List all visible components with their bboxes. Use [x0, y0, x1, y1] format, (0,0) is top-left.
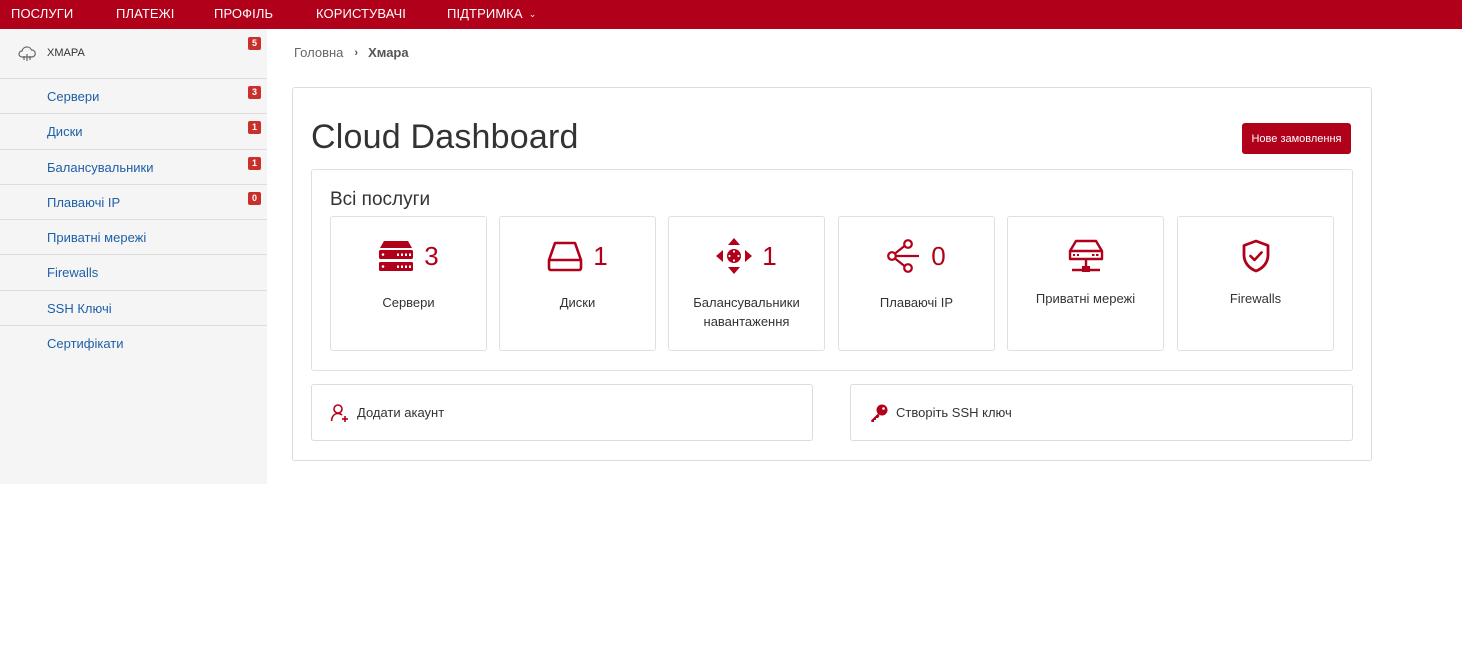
breadcrumb-current: Хмара: [368, 45, 409, 60]
count-badge: 1: [248, 156, 261, 170]
tile-header: [1008, 233, 1163, 279]
sidebar-item-servers[interactable]: Сервери 3: [0, 79, 267, 115]
count-badge: 1: [248, 121, 261, 135]
nav-users[interactable]: Користувачі: [316, 6, 406, 21]
sidebar-item-private-networks[interactable]: Приватні мережі: [0, 220, 267, 256]
add-user-icon: [330, 404, 348, 422]
tile-header: 1: [500, 233, 655, 279]
nav-payments[interactable]: Платежі: [116, 6, 174, 21]
shield-icon: [1242, 239, 1269, 273]
floating-ip-icon: [887, 239, 920, 273]
breadcrumb: Головна › Хмара: [294, 45, 409, 60]
key-icon: [871, 404, 888, 422]
chevron-down-icon: ⌄: [528, 9, 537, 19]
services-title: Всі послуги: [330, 189, 431, 210]
dashboard-card: Cloud Dashboard Нове замовлення Всі посл…: [292, 87, 1372, 461]
sidebar-item-label: Диски: [47, 124, 83, 140]
tile-label: Приватні мережі: [1035, 291, 1136, 306]
nav-profile[interactable]: Профіль: [214, 6, 273, 21]
disk-icon: [547, 241, 583, 272]
sidebar-item-label: SSH Ключі: [47, 300, 112, 316]
chevron-right-icon: ›: [354, 46, 359, 59]
nav-support[interactable]: Підтримка ⌄: [447, 6, 536, 21]
private-network-icon: [1068, 239, 1103, 272]
tile-load-balancers[interactable]: 1 Балансувальники навантаження: [668, 216, 825, 351]
top-navbar: Послуги Платежі Профіль Користувачі Підт…: [0, 0, 1462, 29]
sidebar: ХМАРА 5 Сервери 3 Диски 1 Балансувальник…: [0, 29, 267, 484]
sidebar-item-certificates[interactable]: Сертифікати: [0, 326, 267, 361]
add-account-label: Додати акаунт: [357, 405, 445, 420]
tile-header: 0: [839, 233, 994, 279]
tile-firewalls[interactable]: Firewalls: [1177, 216, 1334, 351]
create-ssh-key-button[interactable]: Створіть SSH ключ: [850, 384, 1353, 441]
tile-disks[interactable]: 1 Диски: [499, 216, 656, 351]
tile-label: Firewalls: [1229, 291, 1282, 306]
sidebar-item-label: Сертифікати: [47, 336, 124, 352]
server-icon: [379, 241, 414, 271]
sidebar-item-label: Приватні мережі: [47, 230, 147, 246]
sidebar-header-cloud[interactable]: ХМАРА 5: [0, 29, 267, 79]
tile-label: Плаваючі IP: [879, 295, 954, 310]
tile-label: Сервери: [382, 295, 435, 310]
tile-header: 1: [669, 233, 824, 279]
services-panel: Всі послуги 3 Сервери 1 Диски 1 Балансув…: [311, 169, 1353, 371]
breadcrumb-home-link[interactable]: Головна: [294, 45, 343, 60]
sidebar-item-disks[interactable]: Диски 1: [0, 114, 267, 150]
load-balancer-icon: [716, 238, 753, 274]
tile-label: Балансувальники навантаження: [693, 295, 800, 329]
cloud-icon: [18, 46, 36, 61]
sidebar-item-ssh-keys[interactable]: SSH Ключі: [0, 291, 267, 327]
tile-count: 1: [593, 240, 608, 271]
tile-label: Диски: [559, 295, 596, 310]
tile-header: [1178, 233, 1333, 279]
sidebar-item-label: Плаваючі IP: [47, 194, 121, 210]
tile-servers[interactable]: 3 Сервери: [330, 216, 487, 351]
tile-count: 3: [424, 240, 439, 271]
sidebar-header-label: ХМАРА: [47, 47, 85, 59]
tile-count: 0: [931, 240, 946, 271]
count-badge: 0: [248, 191, 261, 205]
tile-floating-ip[interactable]: 0 Плаваючі IP: [838, 216, 995, 351]
tile-header: 3: [331, 233, 486, 279]
sidebar-item-firewalls[interactable]: Firewalls: [0, 255, 267, 291]
sidebar-item-floating-ip[interactable]: Плаваючі IP 0: [0, 185, 267, 221]
nav-support-label: Підтримка: [447, 6, 523, 21]
sidebar-item-label: Firewalls: [47, 265, 99, 281]
sidebar-item-label: Балансувальники: [47, 159, 154, 175]
page-title: Cloud Dashboard: [311, 118, 579, 156]
sidebar-item-load-balancers[interactable]: Балансувальники 1: [0, 150, 267, 185]
tile-count: 1: [762, 240, 777, 271]
create-ssh-key-label: Створіть SSH ключ: [896, 405, 1012, 420]
new-order-button[interactable]: Нове замовлення: [1242, 123, 1351, 154]
nav-services[interactable]: Послуги: [11, 6, 73, 21]
sidebar-header-badge: 5: [248, 37, 261, 50]
sidebar-item-label: Сервери: [47, 89, 100, 104]
count-badge: 3: [248, 86, 261, 99]
tile-private-networks[interactable]: Приватні мережі: [1007, 216, 1164, 351]
add-account-button[interactable]: Додати акаунт: [311, 384, 813, 441]
